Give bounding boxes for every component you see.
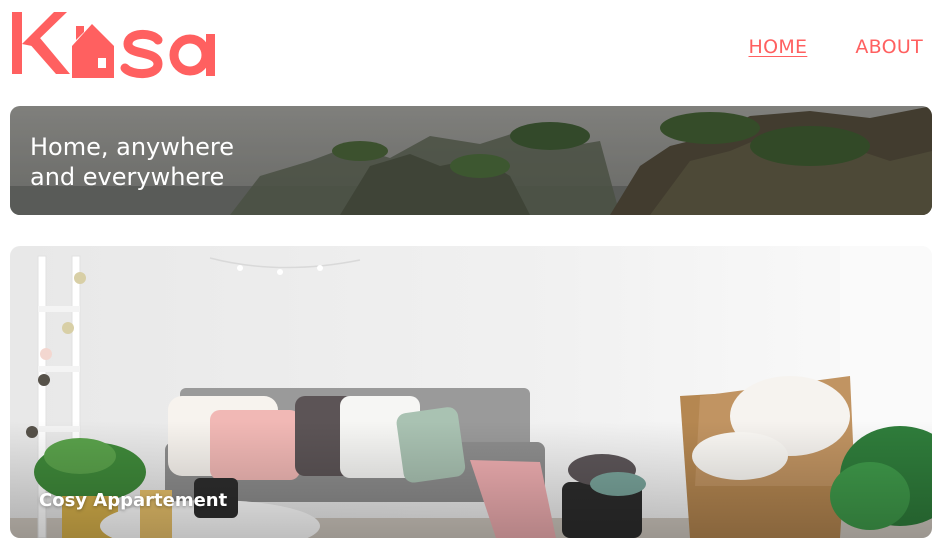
site-header: HOME ABOUT (0, 0, 941, 100)
hero-banner: Home, anywhere and everywhere (10, 106, 932, 215)
kasa-logo[interactable] (10, 10, 225, 80)
banner-title: Home, anywhere and everywhere (30, 133, 234, 191)
logo-icon (12, 12, 215, 78)
nav-about-link[interactable]: ABOUT (855, 36, 923, 58)
nav-home-link[interactable]: HOME (748, 36, 807, 58)
listing-card-title: Cosy Appartement (39, 490, 228, 511)
listing-card[interactable]: Cosy Appartement (10, 246, 932, 538)
main-nav: HOME ABOUT (748, 36, 923, 58)
